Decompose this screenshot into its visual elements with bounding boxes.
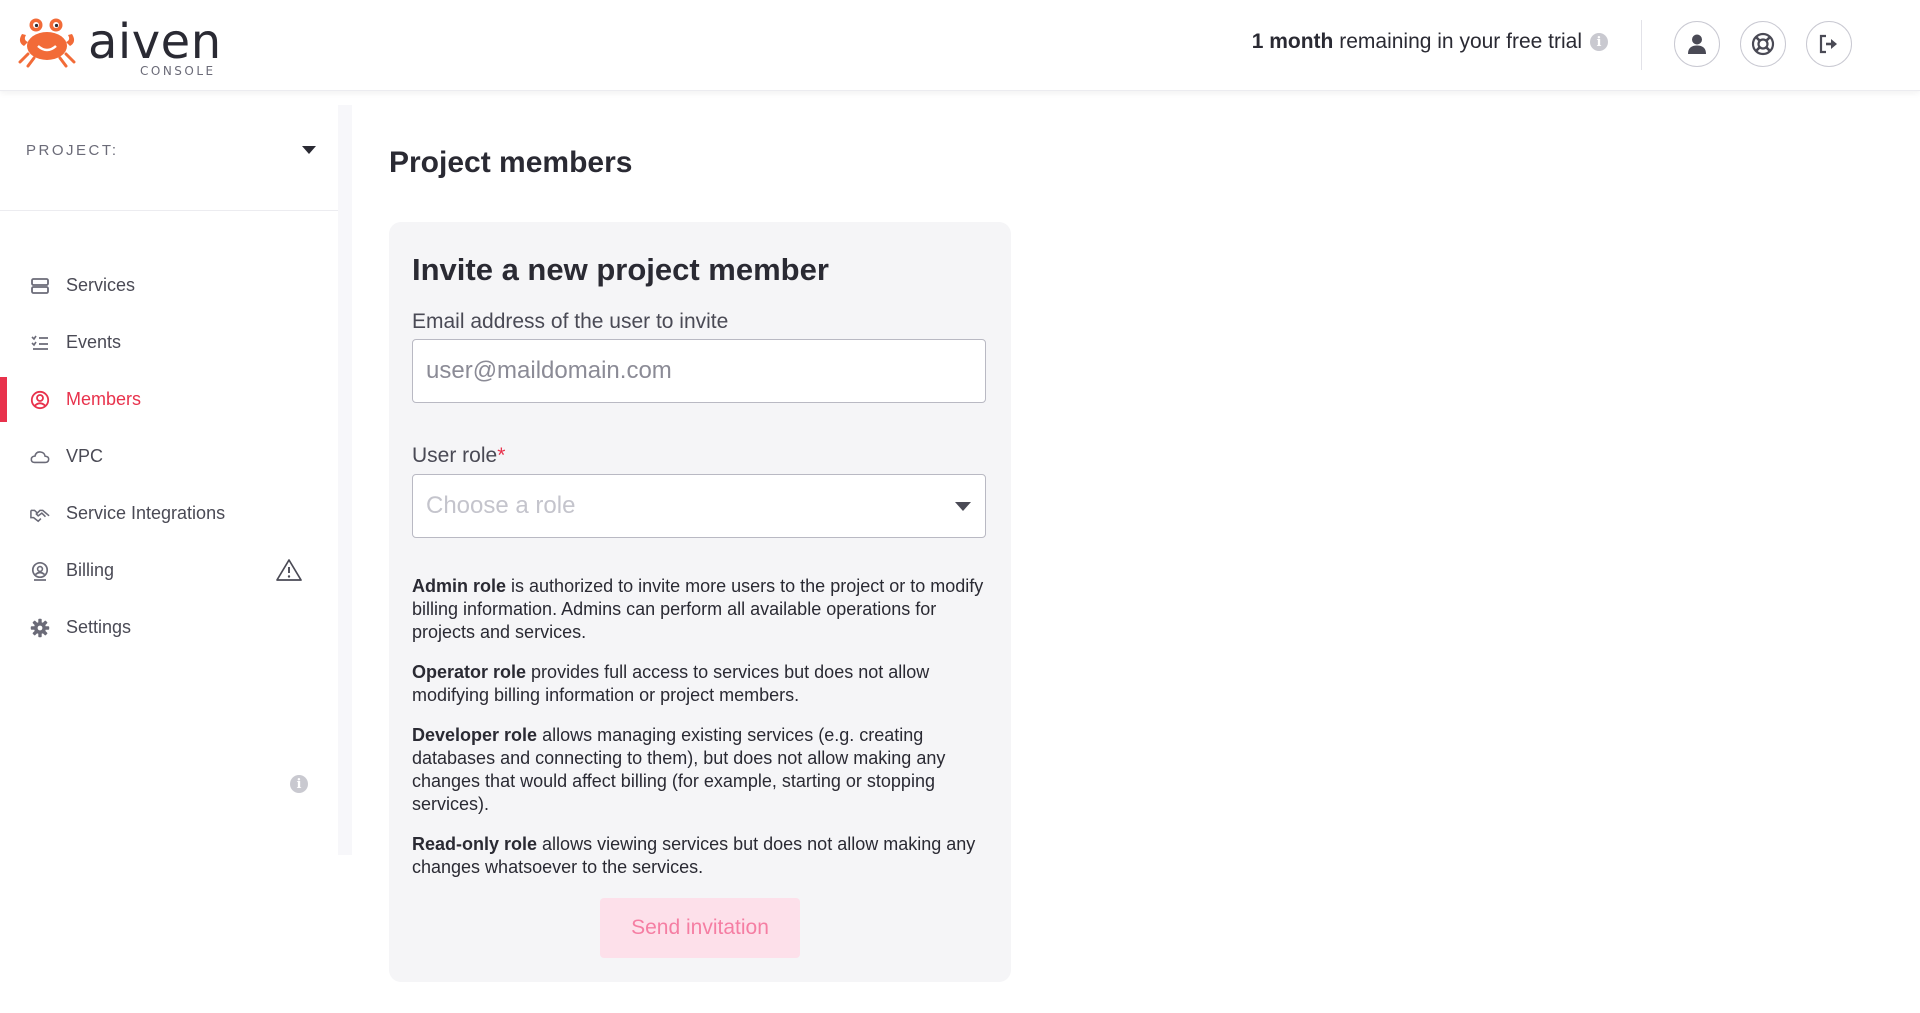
brand-name: aiven [88,14,222,70]
email-field[interactable] [412,339,986,403]
sidebar-item-label: Events [66,332,122,352]
cloud-icon [30,447,50,467]
top-header: aiven CONSOLE 1 month remaining in your … [0,0,1920,91]
sidebar-item-settings[interactable]: Settings [0,599,338,656]
sidebar-item-members[interactable]: Members [0,371,338,428]
trial-remaining-text: remaining in your free trial [1339,30,1582,53]
role-name: Developer role [412,725,538,745]
logout-icon [1819,34,1837,54]
events-icon [30,333,50,353]
sidebar-item-billing[interactable]: Billing [0,542,338,599]
support-button[interactable] [1740,21,1786,67]
sidebar-gutter [338,105,352,855]
info-icon[interactable]: i [290,775,308,793]
sidebar-item-label: Settings [66,617,132,637]
trial-status: 1 month remaining in your free trial i [1252,30,1608,54]
info-icon[interactable]: i [1590,33,1608,51]
role-label: User role* [412,444,505,468]
crab-logo-icon [18,18,76,68]
project-selector[interactable]: PROJECT: [26,135,316,165]
services-icon [30,276,50,296]
trial-text: 1 month remaining in your free trial [1252,30,1582,54]
role-select-placeholder: Choose a role [426,492,576,519]
role-descriptions: Admin role is authorized to invite more … [412,575,992,896]
trial-duration: 1 month [1251,30,1334,53]
sidebar-item-label: Billing [66,560,115,580]
sidebar-item-label: Members [66,389,142,409]
brand-subtitle: CONSOLE [140,64,216,78]
sidebar-item-label: VPC [66,446,104,466]
role-name: Admin role [412,576,507,596]
sidebar-item-vpc[interactable]: VPC [0,428,338,485]
role-description-developer: Developer role allows managing existing … [412,724,992,816]
role-name: Operator role [412,662,527,682]
aiven-logo[interactable]: aiven CONSOLE [16,14,221,78]
project-label: PROJECT: [26,141,119,159]
role-description-operator: Operator role provides full access to se… [412,661,992,707]
invite-member-card: Invite a new project member Email addres… [389,222,1011,982]
profile-button[interactable] [1674,21,1720,67]
handshake-icon [30,504,50,524]
sidebar-item-label: Services [66,275,136,295]
warning-icon [276,559,302,581]
sidebar-item-events[interactable]: Events [0,314,338,371]
required-mark: * [497,444,506,467]
send-invitation-button[interactable]: Send invitation [600,898,800,958]
role-select[interactable]: Choose a role [412,474,986,538]
chevron-down-icon [955,501,971,511]
page-title: Project members [389,146,633,179]
lifebuoy-icon [1751,32,1775,56]
sidebar: PROJECT: Services Events Members VPC Ser… [0,105,339,855]
sidebar-item-service-integrations[interactable]: Service Integrations [0,485,338,542]
logout-button[interactable] [1806,21,1852,67]
gear-icon [30,618,50,638]
caret-down-icon [302,146,316,154]
role-description-admin: Admin role is authorized to invite more … [412,575,992,644]
header-divider [1641,20,1642,70]
role-label-text: User role [412,444,498,467]
user-icon [1688,34,1706,54]
sidebar-divider [0,210,338,211]
email-label: Email address of the user to invite [412,310,729,333]
role-name: Read-only role [412,834,538,854]
sidebar-item-services[interactable]: Services [0,257,338,314]
role-description-read-only: Read-only role allows viewing services b… [412,833,992,879]
sidebar-nav: Services Events Members VPC Service Inte… [0,257,338,656]
members-icon [30,390,50,410]
sidebar-item-label: Service Integrations [66,503,226,523]
card-title: Invite a new project member [412,252,829,287]
billing-icon [30,561,50,581]
